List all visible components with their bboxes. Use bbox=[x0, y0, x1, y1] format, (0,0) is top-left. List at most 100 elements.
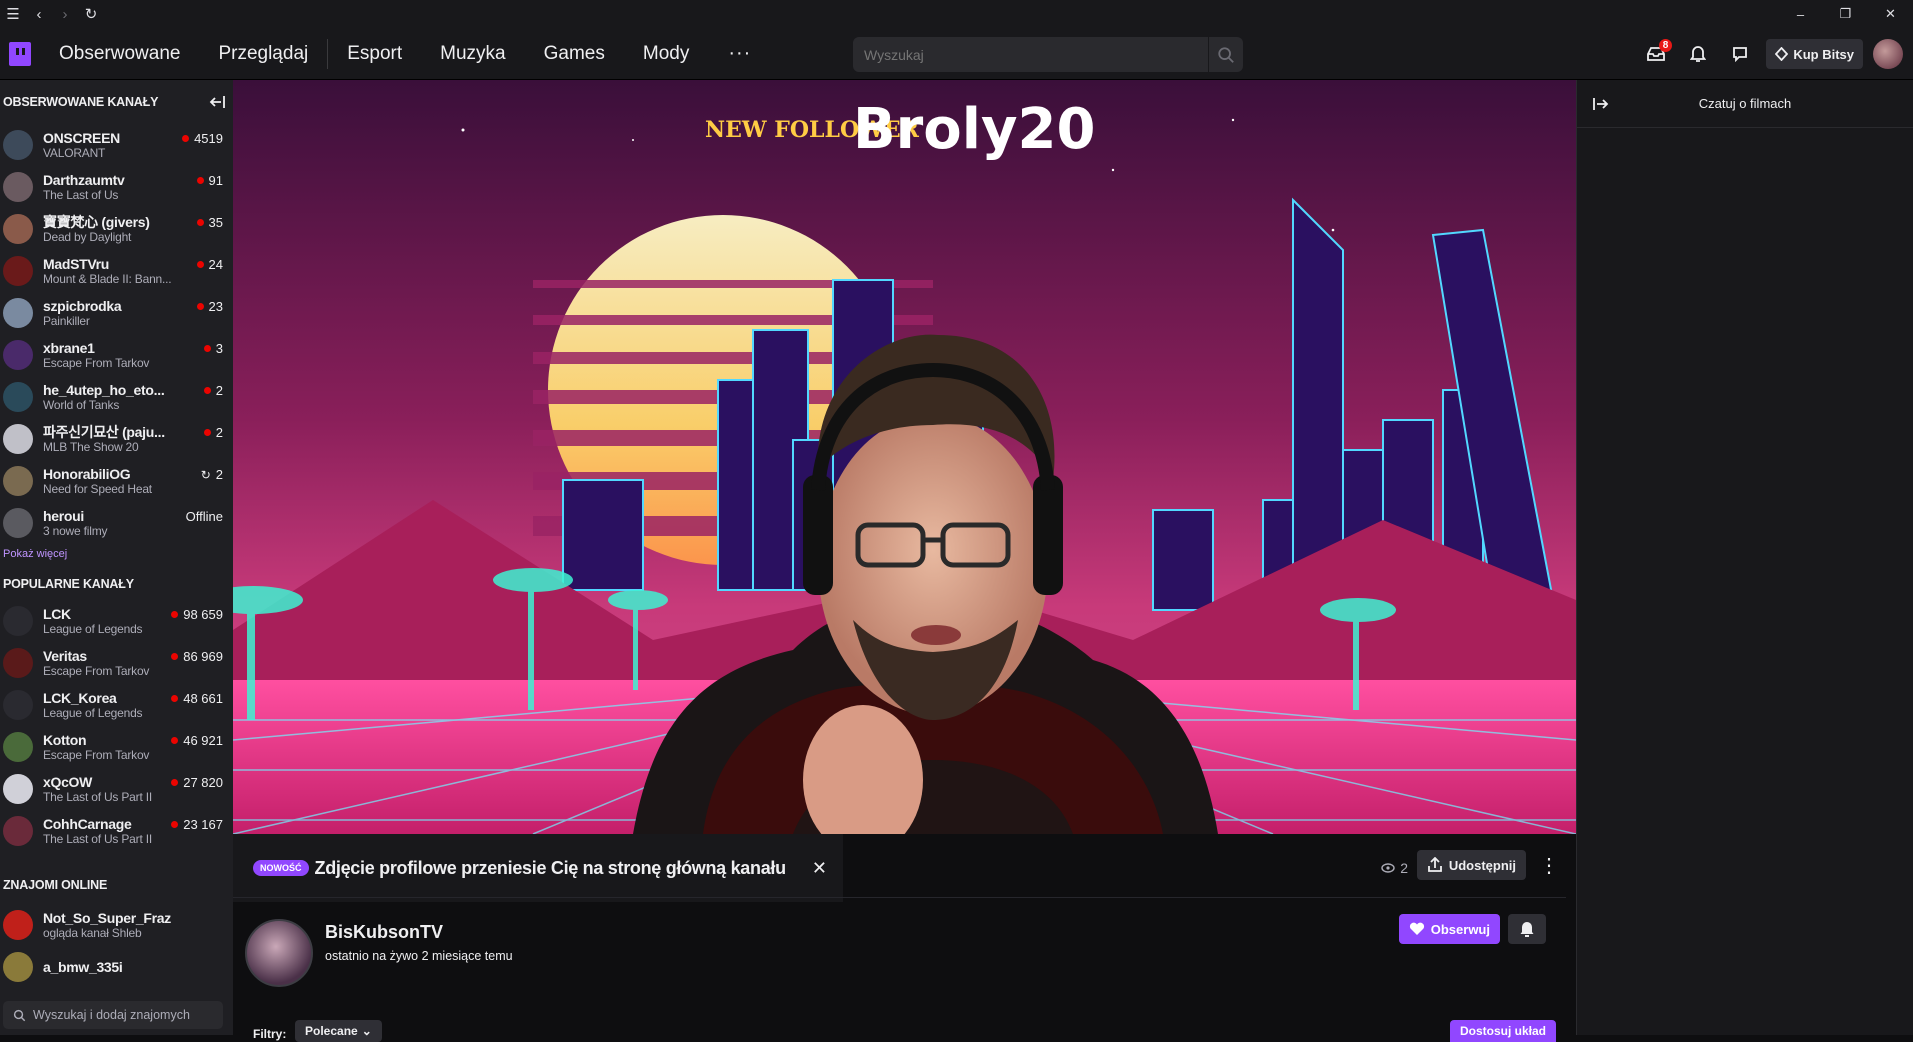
video-player[interactable]: NEW FOLLOWER Broly20 bbox=[233, 80, 1576, 834]
avatar bbox=[3, 340, 33, 370]
followed-channel-item[interactable]: Darthzaumtv The Last of Us 91 bbox=[0, 166, 233, 208]
followed-channel-item[interactable]: 파주신기묘산 (paju... MLB The Show 20 2 bbox=[0, 418, 233, 460]
channel-text: xbrane1 Escape From Tarkov bbox=[43, 340, 178, 370]
nav-mods[interactable]: Mody bbox=[624, 28, 708, 80]
channel-info-area: NOWOŚĆ Zdjęcie profilowe przeniesie Cię … bbox=[233, 834, 1576, 1042]
notification-bell-button[interactable] bbox=[1508, 914, 1546, 944]
show-more-link[interactable]: Pokaż więcej bbox=[0, 544, 233, 568]
followed-channel-item[interactable]: ONSCREEN VALORANT 4519 bbox=[0, 124, 233, 166]
channel-text: MadSTVru Mount & Blade II: Bann... bbox=[43, 256, 178, 286]
avatar bbox=[3, 466, 33, 496]
followed-channel-item[interactable]: xbrane1 Escape From Tarkov 3 bbox=[0, 334, 233, 376]
channel-game: VALORANT bbox=[43, 146, 106, 160]
nav-games[interactable]: Games bbox=[525, 28, 624, 80]
avatar bbox=[3, 424, 33, 454]
friends-search-input[interactable]: Wyszukaj i dodaj znajomych bbox=[3, 1001, 223, 1029]
viewer-count: ↻ 2 bbox=[201, 467, 223, 482]
get-bits-button[interactable]: Kup Bitsy bbox=[1766, 39, 1863, 69]
filter-dropdown[interactable]: Polecane ⌄ bbox=[295, 1020, 382, 1042]
popular-channel-item[interactable]: xQcOW The Last of Us Part II 27 820 bbox=[0, 768, 233, 810]
viewer-count-value: 48 661 bbox=[183, 691, 223, 706]
friend-channel-item[interactable]: a_bmw_335i bbox=[0, 946, 233, 988]
notifications-button[interactable] bbox=[1682, 38, 1714, 70]
new-badge: NOWOŚĆ bbox=[253, 860, 309, 876]
viewer-count-value: 2 bbox=[1400, 860, 1408, 876]
avatar bbox=[3, 130, 33, 160]
user-avatar[interactable] bbox=[1873, 39, 1903, 69]
popular-channel-item[interactable]: LCK League of Legends 98 659 bbox=[0, 600, 233, 642]
channel-game: ogląda kanał Shleb bbox=[43, 926, 142, 940]
minimize-icon[interactable]: – bbox=[1778, 0, 1823, 28]
nav-following[interactable]: Obserwowane bbox=[40, 28, 199, 80]
nav-esports[interactable]: Esport bbox=[328, 28, 421, 80]
popular-channel-item[interactable]: Veritas Escape From Tarkov 86 969 bbox=[0, 642, 233, 684]
follow-button[interactable]: Obserwuj bbox=[1398, 914, 1500, 944]
chat-header: Czatuj o filmach bbox=[1577, 80, 1913, 128]
followed-channel-item[interactable]: 寶寶梵心 (givers) Dead by Daylight 35 bbox=[0, 208, 233, 250]
close-notice-icon[interactable]: ✕ bbox=[812, 858, 827, 879]
restore-icon[interactable]: ❐ bbox=[1823, 0, 1868, 28]
close-icon[interactable]: ✕ bbox=[1868, 0, 1913, 28]
followed-channel-item[interactable]: HonorabiliOG Need for Speed Heat ↻ 2 bbox=[0, 460, 233, 502]
channel-text: ONSCREEN VALORANT bbox=[43, 130, 178, 160]
filter-label: Filtry: bbox=[253, 1027, 287, 1041]
channel-text: heroui 3 nowe filmy bbox=[43, 508, 178, 538]
search-button[interactable] bbox=[1208, 37, 1243, 72]
viewer-count: 86 969 bbox=[171, 649, 223, 664]
share-button[interactable]: Udostępnij bbox=[1416, 850, 1526, 880]
channel-game: League of Legends bbox=[43, 706, 143, 720]
reload-icon[interactable]: ↻ bbox=[78, 0, 104, 28]
followed-channel-item[interactable]: he_4utep_ho_eto... World of Tanks 2 bbox=[0, 376, 233, 418]
popular-channel-item[interactable]: Kotton Escape From Tarkov 46 921 bbox=[0, 726, 233, 768]
followed-channel-item[interactable]: heroui 3 nowe filmy Offline bbox=[0, 502, 233, 544]
friends-online-title: ZNAJOMI ONLINE bbox=[3, 878, 108, 892]
inbox-button[interactable]: 8 bbox=[1640, 38, 1673, 70]
friends-search-placeholder: Wyszukaj i dodaj znajomych bbox=[33, 1008, 190, 1022]
collapse-chat-icon[interactable] bbox=[1591, 94, 1611, 114]
viewer-count: 48 661 bbox=[171, 691, 223, 706]
nav-music[interactable]: Muzyka bbox=[421, 28, 524, 80]
channel-name[interactable]: BisKubsonTV bbox=[325, 922, 443, 943]
nav-links: Obserwowane Przeglądaj Esport Muzyka Gam… bbox=[40, 28, 771, 80]
followed-channel-item[interactable]: szpicbrodka Painkiller 23 bbox=[0, 292, 233, 334]
whispers-button[interactable] bbox=[1724, 38, 1756, 70]
viewer-count: 2 bbox=[1381, 860, 1408, 876]
more-options-icon[interactable]: ⋮ bbox=[1539, 850, 1559, 880]
channel-text: LCK_Korea League of Legends bbox=[43, 690, 178, 720]
avatar bbox=[3, 774, 33, 804]
channel-game: Need for Speed Heat bbox=[43, 482, 152, 496]
popular-channel-item[interactable]: CohhCarnage The Last of Us Part II 23 167 bbox=[0, 810, 233, 852]
followed-channel-item[interactable]: MadSTVru Mount & Blade II: Bann... 24 bbox=[0, 250, 233, 292]
channel-text: Not_So_Super_Fraz ogląda kanał Shleb bbox=[43, 910, 178, 940]
back-icon[interactable]: ‹ bbox=[26, 0, 52, 28]
customize-layout-button[interactable]: Dostosuj układ bbox=[1449, 1020, 1556, 1042]
menu-icon[interactable]: ☰ bbox=[0, 0, 26, 28]
more-menu-icon[interactable]: ··· bbox=[708, 42, 771, 65]
channel-name: szpicbrodka bbox=[43, 298, 122, 314]
friend-channel-item[interactable]: Not_So_Super_Fraz ogląda kanał Shleb bbox=[0, 904, 233, 946]
channel-name: ONSCREEN bbox=[43, 130, 120, 146]
live-indicator-icon bbox=[203, 345, 211, 352]
live-indicator-icon bbox=[171, 779, 179, 786]
search-input[interactable] bbox=[853, 37, 1208, 72]
heart-icon bbox=[1409, 922, 1424, 935]
channel-game: The Last of Us Part II bbox=[43, 790, 152, 804]
friends-list: Not_So_Super_Fraz ogląda kanał Shleb a_bmw… bbox=[0, 904, 233, 988]
sidebar: OBSERWOWANE KANAŁY ONSCREEN VALORANT 4519 D… bbox=[0, 80, 233, 1035]
channel-name: a_bmw_335i bbox=[43, 959, 123, 975]
avatar bbox=[3, 172, 33, 202]
channel-avatar[interactable] bbox=[245, 919, 313, 987]
viewer-count-value: 2 bbox=[215, 467, 223, 482]
share-icon bbox=[1427, 857, 1442, 872]
top-navigation: Obserwowane Przeglądaj Esport Muzyka Gam… bbox=[0, 28, 1913, 80]
channel-name: 寶寶梵心 (givers) bbox=[43, 214, 150, 230]
collapse-sidebar-icon[interactable] bbox=[209, 95, 225, 109]
nav-actions: 8 Kup Bitsy bbox=[1640, 28, 1903, 80]
popular-channel-item[interactable]: LCK_Korea League of Legends 48 661 bbox=[0, 684, 233, 726]
twitch-logo[interactable] bbox=[0, 28, 40, 80]
forward-icon[interactable]: › bbox=[52, 0, 78, 28]
channel-text: 파주신기묘산 (paju... MLB The Show 20 bbox=[43, 424, 178, 454]
chat-bubble-icon bbox=[1733, 47, 1748, 62]
live-indicator-icon bbox=[196, 219, 204, 226]
nav-browse[interactable]: Przeglądaj bbox=[199, 28, 327, 80]
